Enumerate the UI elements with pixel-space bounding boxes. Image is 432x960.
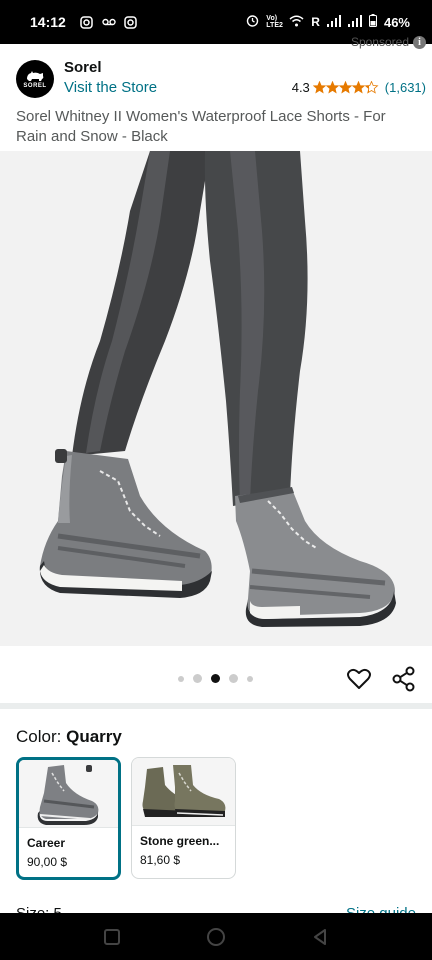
voicemail-icon (102, 15, 116, 29)
color-label-prefix: Color: (16, 727, 62, 746)
swatch-price: 81,60 $ (140, 853, 181, 867)
home-icon (207, 927, 225, 946)
info-icon[interactable]: i (413, 35, 426, 49)
swatch-price: 90,00 $ (27, 855, 68, 869)
section-divider (0, 703, 432, 709)
product-image[interactable] (0, 151, 432, 646)
visit-store-link[interactable]: Visit the Store (64, 79, 157, 96)
recent-apps-icon (104, 928, 120, 945)
carousel-dot[interactable] (193, 674, 202, 683)
rating[interactable]: 4.3 (1,631) (292, 80, 426, 95)
sponsored-text: Sponsored (350, 35, 409, 49)
instagram-icon (80, 15, 94, 29)
share-button[interactable] (391, 666, 417, 692)
product-photo (39, 151, 396, 627)
back-button[interactable] (308, 925, 332, 949)
recent-apps-button[interactable] (100, 925, 124, 949)
brand-logo-text: SOREL (23, 82, 47, 89)
share-icon (392, 666, 415, 692)
carousel-dot[interactable] (178, 675, 184, 682)
system-nav-bar (0, 913, 432, 960)
swatch-name: Career (27, 836, 66, 850)
network-label: Vo) LTE2 (266, 15, 283, 29)
product-title: Sorel Whitney II Women's Waterproof Lace… (16, 108, 386, 145)
alarm-icon (246, 14, 259, 30)
rating-count[interactable]: (1,631) (385, 80, 426, 95)
color-label: Color: Quarry (16, 727, 122, 747)
swatch-option[interactable]: Stone green... 81,60 $ (131, 757, 236, 879)
rating-value: 4.3 (291, 80, 310, 95)
brand-name: Sorel (64, 59, 102, 76)
battery-icon (368, 14, 377, 30)
signal-icon (347, 14, 362, 30)
rating-stars (312, 81, 379, 94)
wifi-icon (289, 15, 304, 30)
swatch-name: Stone green... (140, 834, 220, 848)
swatch-option[interactable]: Career 90,00 $ (16, 757, 121, 880)
back-icon (314, 928, 326, 945)
brand-logo[interactable]: SOREL (16, 60, 54, 98)
carousel-dot[interactable] (247, 675, 253, 682)
swatch-image (132, 758, 235, 826)
carousel-dots[interactable] (178, 674, 253, 683)
carousel-controls (0, 660, 432, 700)
brand-row: SOREL Sorel Visit the Store 4.3 (1,631) (16, 58, 426, 100)
carousel-dot-active[interactable] (211, 674, 220, 683)
sponsored-label[interactable]: Sponsored i (351, 35, 426, 49)
wishlist-button[interactable] (346, 666, 372, 692)
home-button[interactable] (204, 925, 228, 949)
swatch-image (19, 760, 118, 828)
color-swatches: Career 90,00 $ Stone green... 81,60 $ (16, 757, 236, 880)
carrier-label: R (311, 15, 320, 29)
signal-icon (326, 14, 341, 30)
battery-percent: 46% (383, 14, 410, 30)
bear-icon (27, 70, 44, 81)
heart-icon (347, 668, 371, 689)
selected-color-name: Quarry (66, 727, 122, 746)
instagram-icon (124, 15, 138, 29)
status-time: 14:12 (30, 14, 66, 30)
carousel-dot[interactable] (229, 674, 238, 683)
